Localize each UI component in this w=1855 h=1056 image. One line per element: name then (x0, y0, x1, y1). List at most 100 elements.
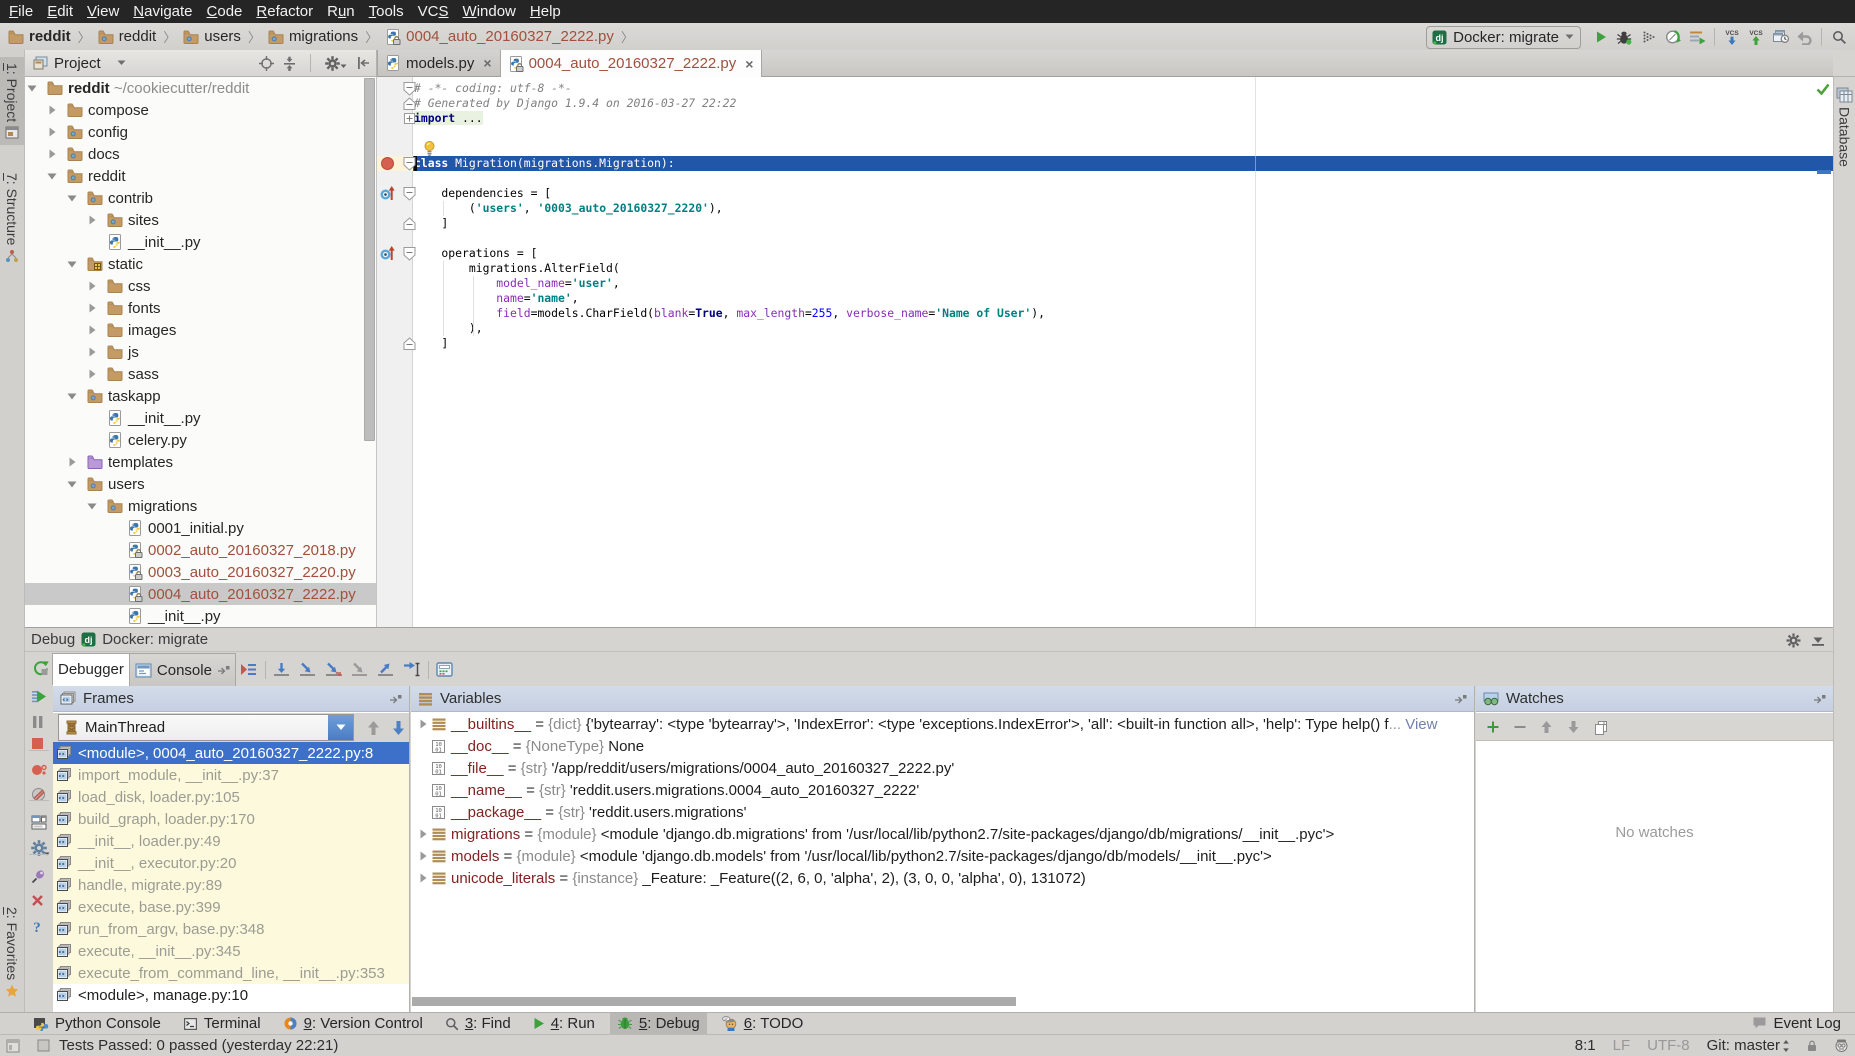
variable-row[interactable]: 1001__doc__ = {NoneType} None (411, 735, 1474, 757)
show-exec-button[interactable] (236, 658, 262, 682)
menu-navigate[interactable]: Navigate (126, 0, 199, 23)
watch-copy-icon[interactable] (1594, 720, 1608, 734)
toolwindow-button-9-version-control[interactable]: 9: Version Control (276, 1013, 430, 1035)
stripe-tab-7-structure[interactable]: 7: Structure (0, 167, 24, 269)
breadcrumb-item[interactable]: users (183, 28, 241, 45)
force-step-into-button[interactable] (321, 658, 347, 682)
toolwindow-button-terminal[interactable]: Terminal (176, 1013, 268, 1035)
tree-item-css[interactable]: css (25, 275, 377, 297)
watch-down-icon[interactable] (1567, 720, 1581, 734)
expand-arrow-icon[interactable] (87, 325, 97, 335)
breadcrumb-item[interactable]: 0004_auto_20160327_2222.py (385, 28, 614, 45)
frame-row[interactable]: build_graph, loader.py:170 (53, 808, 409, 830)
frame-row[interactable]: import_module, __init__.py:37 (53, 764, 409, 786)
inspections-ok-icon[interactable] (1816, 83, 1830, 95)
menu-tools[interactable]: Tools (362, 0, 411, 23)
hide-left-icon[interactable] (356, 56, 370, 70)
frame-row[interactable]: load_disk, loader.py:105 (53, 786, 409, 808)
fold-minus-icon[interactable] (403, 246, 416, 261)
expand-arrow-icon[interactable] (87, 215, 97, 225)
run-lines-button[interactable] (1685, 25, 1709, 49)
debug-tab-console[interactable]: Console (129, 653, 236, 686)
restore-layout-icon[interactable] (31, 815, 47, 831)
help-icon[interactable]: ? (31, 919, 47, 935)
variable-row[interactable]: 1001__package__ = {str} 'reddit.users.mi… (411, 801, 1474, 823)
breadcrumb-item[interactable]: reddit (8, 28, 71, 45)
frame-row[interactable]: handle, migrate.py:89 (53, 874, 409, 896)
tree-item-reddit[interactable]: reddit (25, 165, 377, 187)
coverage-button[interactable] (1637, 25, 1661, 49)
expand-arrow-icon[interactable] (47, 105, 57, 115)
expand-arrow-icon[interactable] (87, 369, 97, 379)
overrides-marker-icon[interactable] (379, 185, 396, 201)
float-panel-icon[interactable] (1454, 694, 1467, 704)
intention-bulb-icon[interactable] (424, 141, 435, 157)
toolwindow-button-6-todo[interactable]: 6: TODO (715, 1013, 810, 1035)
window-clock-button[interactable] (1768, 25, 1792, 49)
tree-item-0004_auto_20160327_2222_py[interactable]: 0004_auto_20160327_2222.py (25, 583, 377, 605)
stripe-tab-2-favorites[interactable]: 2: Favorites (0, 901, 24, 1004)
run-button[interactable] (1589, 25, 1613, 49)
combo-dropdown-button[interactable] (328, 715, 353, 740)
variable-row[interactable]: 1001__name__ = {str} 'reddit.users.migra… (411, 779, 1474, 801)
collapse-arrow-icon[interactable] (87, 501, 97, 511)
overrides-marker-icon[interactable] (379, 245, 396, 261)
gear-caret-icon[interactable] (325, 56, 347, 71)
evaluate-button[interactable] (432, 658, 458, 682)
stripe-tab-1-project[interactable]: 1: Project (0, 57, 24, 145)
close-icon[interactable] (31, 894, 47, 910)
hide-panel-icon[interactable] (1811, 633, 1825, 648)
locate-icon[interactable] (259, 56, 274, 71)
caret-position[interactable]: 8:1 (1575, 1037, 1596, 1054)
debug-tab-debugger[interactable]: Debugger (52, 653, 130, 686)
step-over-button[interactable] (269, 658, 295, 682)
frame-row[interactable]: __init__, executor.py:20 (53, 852, 409, 874)
frame-row[interactable]: __init__, loader.py:49 (53, 830, 409, 852)
fold-minus-icon[interactable] (403, 186, 416, 201)
search-button[interactable] (1827, 25, 1851, 49)
tree-item-__init___py[interactable]: __init__.py (25, 231, 377, 253)
expand-arrow-icon[interactable] (418, 851, 428, 861)
breakpoint-icon[interactable] (381, 157, 394, 170)
editor-tab-0004_auto_20160327_2222.py[interactable]: 0004_auto_20160327_2222.py× (501, 50, 763, 77)
frame-row[interactable]: run_from_argv, base.py:348 (53, 918, 409, 940)
variable-row[interactable]: unicode_literals = {instance} _Feature: … (411, 867, 1474, 889)
close-tab-icon[interactable]: × (745, 56, 753, 72)
toolwindow-button-3-find[interactable]: 3: Find (438, 1013, 518, 1035)
menu-help[interactable]: Help (523, 0, 568, 23)
frame-row[interactable]: <module>, 0004_auto_20160327_2222.py:8 (53, 742, 409, 764)
menu-vcs[interactable]: VCS (411, 0, 456, 23)
frame-up-icon[interactable] (366, 720, 381, 736)
expand-arrow-icon[interactable] (87, 347, 97, 357)
step-into-my-code-button[interactable] (347, 658, 373, 682)
pause-icon[interactable] (31, 715, 47, 731)
view-breakpoints-icon[interactable] (31, 763, 47, 779)
lock-icon[interactable] (1807, 1040, 1817, 1052)
expand-arrow-icon[interactable] (47, 149, 57, 159)
expand-arrow-icon[interactable] (87, 281, 97, 291)
tree-item-__init___py[interactable]: __init__.py (25, 407, 377, 429)
menu-view[interactable]: View (80, 0, 126, 23)
watch-up-icon[interactable] (1540, 720, 1554, 734)
frame-row[interactable]: execute, __init__.py:345 (53, 940, 409, 962)
menu-refactor[interactable]: Refactor (249, 0, 320, 23)
variable-row[interactable]: models = {module} <module 'django.db.mod… (411, 845, 1474, 867)
editor[interactable]: # -*- coding: utf-8 -*-# Generated by Dj… (377, 77, 1833, 627)
tree-item-js[interactable]: js (25, 341, 377, 363)
tree-item-docs[interactable]: docs (25, 143, 377, 165)
collapse-arrow-icon[interactable] (67, 259, 77, 269)
vcs-branch[interactable]: Git: master (1707, 1037, 1790, 1054)
gear-icon[interactable] (1786, 633, 1801, 648)
event-log-button[interactable]: Event Log (1752, 1012, 1841, 1034)
frame-down-icon[interactable] (391, 720, 406, 736)
toolwindow-button-5-debug[interactable]: 5: Debug (610, 1013, 707, 1035)
thread-selector[interactable]: MainThread (58, 714, 354, 741)
tree-item-users[interactable]: users (25, 473, 377, 495)
tree-item-config[interactable]: config (25, 121, 377, 143)
vcs-up-button[interactable]: VCS (1744, 25, 1768, 49)
tree-item-fonts[interactable]: fonts (25, 297, 377, 319)
fold-end-icon[interactable] (403, 216, 416, 231)
stripe-tab-database[interactable]: Database (1834, 81, 1855, 173)
editor-tab-models.py[interactable]: models.py× (377, 50, 501, 76)
fold-minus-icon[interactable] (403, 81, 416, 96)
